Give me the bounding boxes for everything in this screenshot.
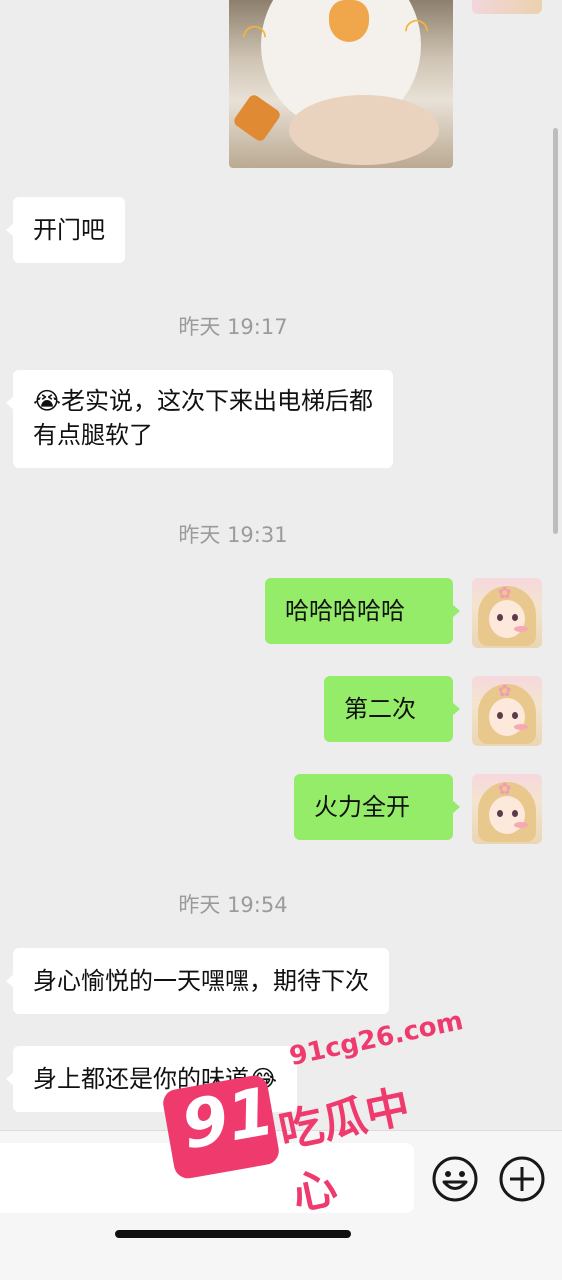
message-text: 第二次 [344, 695, 416, 723]
image-message[interactable]: ◠ ◠ [229, 0, 453, 168]
message-outgoing[interactable]: 哈哈哈哈哈 [265, 578, 460, 644]
message-text: 身上都还是你的味道😂 [33, 1065, 278, 1093]
scrollbar[interactable] [553, 128, 558, 534]
message-input[interactable] [0, 1143, 414, 1213]
timestamp: 昨天 19:54 [178, 893, 288, 917]
message-text: 身心愉悦的一天嘿嘿，期待下次 [33, 967, 369, 995]
own-avatar-partial[interactable] [472, 0, 542, 14]
own-avatar[interactable]: ✿ [472, 578, 542, 648]
message-incoming[interactable]: 开门吧 [6, 197, 125, 263]
message-incoming[interactable]: 😭老实说，这次下来出电梯后都 有点腿软了 [5, 370, 394, 468]
own-avatar[interactable]: ✿ [472, 676, 542, 746]
message-text: 火力全开 [314, 793, 410, 821]
message-outgoing[interactable]: 火力全开 [294, 774, 460, 840]
message-outgoing[interactable]: 第二次 [324, 676, 460, 742]
input-bar [0, 1130, 562, 1280]
smiley-face-icon[interactable] [431, 1155, 479, 1203]
home-indicator [115, 1230, 351, 1238]
chat-message-list[interactable]: ◠ ◠ 开门吧 昨天 19:17 😭老实说，这次下来出电梯后都 有点腿软了 昨天… [0, 0, 562, 1130]
timestamp: 昨天 19:31 [178, 523, 288, 547]
timestamp: 昨天 19:17 [178, 315, 288, 339]
message-text: 开门吧 [33, 216, 105, 244]
own-avatar[interactable]: ✿ [472, 774, 542, 844]
message-text-line: 😭老实说，这次下来出电梯后都 [33, 387, 374, 415]
message-text: 哈哈哈哈哈 [285, 597, 405, 625]
message-text-line: 有点腿软了 [33, 421, 153, 449]
message-incoming[interactable]: 身心愉悦的一天嘿嘿，期待下次 [6, 948, 389, 1014]
message-incoming[interactable]: 身上都还是你的味道😂 [5, 1046, 298, 1112]
plus-circle-icon[interactable] [498, 1155, 546, 1203]
